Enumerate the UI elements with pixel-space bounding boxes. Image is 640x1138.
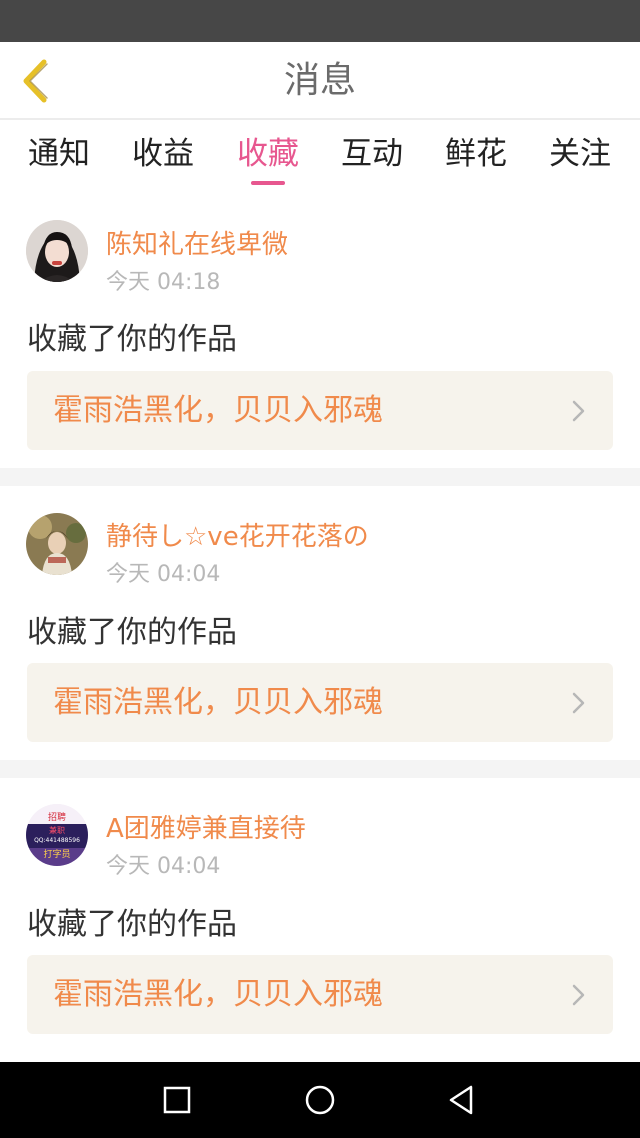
system-back-button[interactable] <box>442 1080 482 1120</box>
avatar[interactable] <box>26 513 88 575</box>
square-icon <box>163 1086 191 1114</box>
message-item[interactable]: 静待し☆ve花开花落の 今天 04:04 收藏了你的作品 霍雨浩黑化，贝贝入邪魂 <box>0 486 640 760</box>
chevron-right-icon <box>572 984 585 1006</box>
triangle-back-icon <box>449 1085 473 1115</box>
circle-icon <box>305 1085 335 1115</box>
divider <box>0 468 640 486</box>
action-text: 收藏了你的作品 <box>27 322 237 357</box>
message-item[interactable]: 招聘 兼职 QQ:441488596 打字员 A团雅婷兼直接待 今天 04:04… <box>0 778 640 1062</box>
avatar[interactable] <box>26 220 88 282</box>
tab-following[interactable]: 关注 <box>545 132 615 182</box>
chevron-left-icon <box>23 59 48 103</box>
work-title: 霍雨浩黑化，贝贝入邪魂 <box>53 977 383 1012</box>
chevron-right-icon <box>572 692 585 714</box>
username[interactable]: 静待し☆ve花开花落の <box>106 516 369 553</box>
action-text: 收藏了你的作品 <box>27 615 237 650</box>
work-title: 霍雨浩黑化，贝贝入邪魂 <box>53 685 383 720</box>
tab-earnings[interactable]: 收益 <box>128 132 198 182</box>
chevron-right-icon <box>572 400 585 422</box>
username[interactable]: 陈知礼在线卑微 <box>106 224 288 261</box>
action-text: 收藏了你的作品 <box>27 907 237 942</box>
message-item[interactable]: 陈知礼在线卑微 今天 04:18 收藏了你的作品 霍雨浩黑化，贝贝入邪魂 <box>0 190 640 468</box>
home-button[interactable] <box>300 1080 340 1120</box>
tab-favorites[interactable]: 收藏 <box>233 132 303 182</box>
system-nav-bar <box>0 1062 640 1138</box>
username[interactable]: A团雅婷兼直接待 <box>106 808 306 845</box>
work-link[interactable]: 霍雨浩黑化，贝贝入邪魂 <box>27 955 613 1034</box>
avatar[interactable]: 招聘 兼职 QQ:441488596 打字员 <box>26 804 88 866</box>
work-link[interactable]: 霍雨浩黑化，贝贝入邪魂 <box>27 663 613 742</box>
timestamp: 今天 04:04 <box>106 562 221 587</box>
status-bar <box>0 0 640 42</box>
page-title: 消息 <box>283 60 356 101</box>
avatar-text: QQ:441488596 <box>34 837 80 844</box>
active-tab-indicator <box>251 181 285 185</box>
work-link[interactable]: 霍雨浩黑化，贝贝入邪魂 <box>27 371 613 450</box>
header: 消息 <box>0 42 640 120</box>
work-title: 霍雨浩黑化，贝贝入邪魂 <box>53 393 383 428</box>
back-button[interactable] <box>12 54 60 108</box>
recent-apps-button[interactable] <box>157 1080 197 1120</box>
tab-flowers[interactable]: 鲜花 <box>441 132 511 182</box>
tab-interaction[interactable]: 互动 <box>337 132 407 182</box>
avatar-text: 兼职 <box>49 825 65 835</box>
divider <box>0 760 640 778</box>
avatar-text: 打字员 <box>43 848 70 860</box>
tab-bar: 通知 收益 收藏 互动 鲜花 关注 <box>0 122 640 188</box>
timestamp: 今天 04:04 <box>106 854 221 879</box>
timestamp: 今天 04:18 <box>106 270 221 295</box>
avatar-text: 招聘 <box>48 811 66 823</box>
tab-notice[interactable]: 通知 <box>24 132 94 182</box>
